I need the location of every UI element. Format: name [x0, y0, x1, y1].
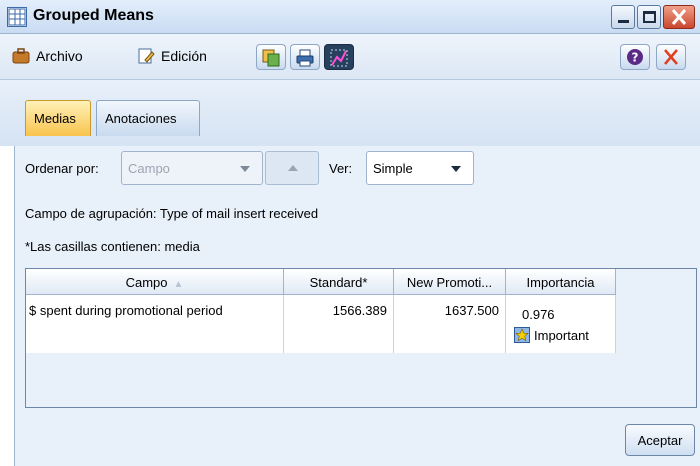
- toolbar: Archivo Edición ?: [0, 34, 700, 80]
- close-icon: [664, 49, 678, 65]
- table-app-icon: [7, 7, 27, 27]
- importance-badge: Important: [514, 327, 615, 343]
- sort-by-value: Campo: [128, 161, 170, 176]
- copy-icon: [262, 49, 280, 67]
- sort-by-select[interactable]: Campo: [121, 151, 263, 185]
- window-close-button[interactable]: [663, 5, 695, 29]
- sort-direction-button[interactable]: [265, 151, 319, 185]
- file-menu-label: Archivo: [36, 48, 83, 64]
- help-icon: ?: [627, 49, 643, 65]
- importance-value: 0.976: [522, 307, 555, 322]
- print-button[interactable]: [290, 44, 320, 70]
- sort-indicator-icon: ▲: [173, 279, 184, 290]
- close-output-button[interactable]: [656, 44, 686, 70]
- printer-icon: [296, 49, 314, 67]
- briefcase-icon: [12, 48, 30, 64]
- view-select[interactable]: Simple: [366, 151, 474, 185]
- column-header-importancia[interactable]: Importancia: [506, 269, 616, 295]
- cell-field: $ spent during promotional period: [26, 295, 284, 353]
- view-value: Simple: [373, 161, 413, 176]
- column-header-standard[interactable]: Standard*: [284, 269, 394, 295]
- cell-new-promotion: 1637.500: [394, 295, 506, 353]
- minimize-icon: [618, 20, 629, 23]
- edit-menu[interactable]: Edición: [137, 47, 207, 65]
- grouping-field-text: Campo de agrupación: Type of mail insert…: [25, 206, 319, 221]
- importance-label: Important: [534, 327, 589, 343]
- chart-output-button[interactable]: [324, 44, 354, 70]
- minimize-button[interactable]: [611, 5, 635, 29]
- chart-icon: [330, 49, 348, 67]
- cells-contain-text: *Las casillas contienen: media: [25, 239, 200, 254]
- file-menu[interactable]: Archivo: [12, 47, 83, 65]
- tab-strip: Medias Anotaciones: [0, 80, 700, 146]
- sort-ascending-icon: [288, 165, 298, 171]
- cell-importance: 0.976 Important: [506, 295, 616, 353]
- column-header-label: Campo: [125, 275, 168, 290]
- svg-text:?: ?: [632, 51, 639, 65]
- edit-menu-label: Edición: [161, 48, 207, 64]
- window-title: Grouped Means: [33, 7, 154, 24]
- close-icon: [671, 9, 687, 25]
- means-panel: Ordenar por: Campo Ver: Simple Campo de …: [14, 146, 700, 466]
- accept-button[interactable]: Aceptar: [625, 424, 695, 456]
- means-table: Campo ▲ Standard* New Promoti... Importan…: [25, 268, 697, 408]
- maximize-icon: [643, 11, 656, 23]
- sort-by-label: Ordenar por:: [25, 161, 99, 176]
- maximize-button[interactable]: [637, 5, 661, 29]
- tab-medias[interactable]: Medias: [25, 100, 91, 136]
- star-icon: [514, 327, 530, 343]
- help-button[interactable]: ?: [620, 44, 650, 70]
- edit-document-icon: [138, 48, 155, 64]
- tab-anotaciones[interactable]: Anotaciones: [96, 100, 200, 136]
- view-label: Ver:: [329, 161, 353, 176]
- title-bar: Grouped Means: [0, 0, 700, 34]
- chevron-down-icon: [451, 166, 461, 172]
- copy-button[interactable]: [256, 44, 286, 70]
- column-header-new-promotion[interactable]: New Promoti...: [394, 269, 506, 295]
- chevron-down-icon: [240, 166, 250, 172]
- column-header-campo[interactable]: Campo ▲: [26, 269, 284, 295]
- cell-standard: 1566.389: [284, 295, 394, 353]
